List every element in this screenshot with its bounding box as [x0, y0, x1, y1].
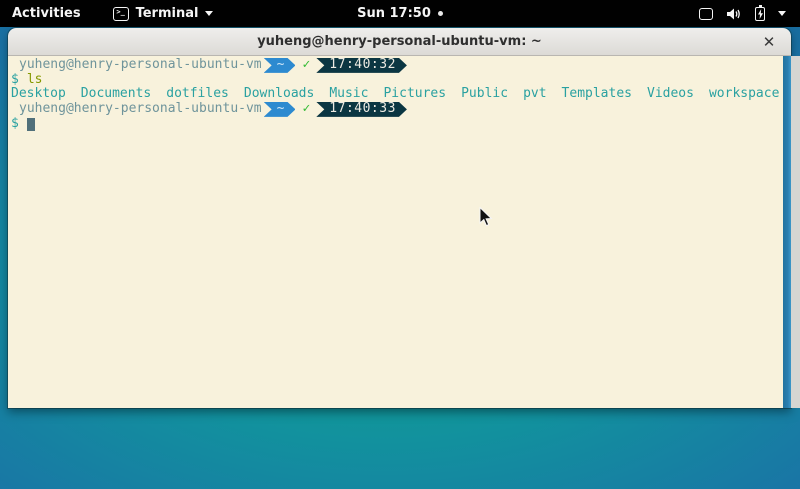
prompt-symbol: $ [11, 117, 19, 132]
file-list: Desktop Documents dotfiles Downloads Music Pi… [11, 87, 777, 102]
prompt-path: ~ [277, 102, 285, 117]
directory-name: workspace [709, 87, 779, 102]
terminal-window: yuheng@henry-personal-ubuntu-vm: ~ ✕ yuh… [8, 28, 791, 408]
close-icon[interactable]: ✕ [758, 28, 780, 56]
powerline-path-segment: ~ [264, 102, 296, 117]
prompt-path: ~ [277, 58, 285, 73]
terminal-app-icon: >_ [113, 7, 129, 21]
app-menu-label: Terminal [136, 6, 199, 21]
scrollbar-trough[interactable] [791, 56, 800, 408]
command-line: $ ls [11, 73, 777, 88]
directory-name: Videos [647, 87, 694, 102]
activities-button[interactable]: Activities [0, 0, 93, 27]
app-menu-terminal[interactable]: >_ Terminal [107, 0, 220, 27]
powerline-path-segment: ~ [264, 58, 296, 73]
directory-name: Public [461, 87, 508, 102]
window-titlebar[interactable]: yuheng@henry-personal-ubuntu-vm: ~ ✕ [8, 28, 791, 56]
powerline-time-segment: 17:40:32 [316, 58, 407, 73]
prompt-symbol: $ [11, 73, 19, 88]
desktop: Activities >_ Terminal Sun 17:50 [0, 0, 800, 489]
directory-name: Downloads [244, 87, 314, 102]
directory-name: Desktop [11, 87, 66, 102]
status-check-icon: ✓ [302, 102, 310, 117]
directory-name: Templates [562, 87, 632, 102]
input-line[interactable]: $ [11, 117, 777, 132]
chevron-down-icon [205, 11, 213, 16]
display-icon [699, 8, 713, 20]
terminal-cursor [27, 118, 35, 131]
prompt-user-host: yuheng@henry-personal-ubuntu-vm [19, 58, 262, 73]
window-title: yuheng@henry-personal-ubuntu-vm: ~ [257, 34, 542, 49]
chevron-down-icon [778, 11, 786, 16]
volume-icon [726, 7, 742, 21]
clock-label: Sun 17:50 [357, 6, 431, 21]
notification-dot-icon [438, 11, 443, 16]
directory-name: Pictures [383, 87, 446, 102]
directory-name: pvt [523, 87, 546, 102]
scrollbar-handle[interactable] [783, 56, 791, 408]
prompt-time: 17:40:32 [329, 58, 396, 73]
directory-name: Documents [81, 87, 151, 102]
prompt-line: yuheng@henry-personal-ubuntu-vm ~ ✓ 17:4… [11, 102, 777, 117]
system-tray-menu[interactable] [693, 0, 792, 27]
directory-name: dotfiles [166, 87, 229, 102]
battery-charging-icon [755, 7, 765, 21]
status-check-icon: ✓ [302, 58, 310, 73]
terminal-content[interactable]: yuheng@henry-personal-ubuntu-vm ~ ✓ 17:4… [8, 56, 791, 408]
typed-command: ls [27, 73, 43, 88]
directory-name: Music [329, 87, 368, 102]
powerline-time-segment: 17:40:33 [316, 102, 407, 117]
prompt-time: 17:40:33 [329, 102, 396, 117]
prompt-user-host: yuheng@henry-personal-ubuntu-vm [19, 102, 262, 117]
prompt-line: yuheng@henry-personal-ubuntu-vm ~ ✓ 17:4… [11, 58, 777, 73]
top-bar: Activities >_ Terminal Sun 17:50 [0, 0, 800, 27]
